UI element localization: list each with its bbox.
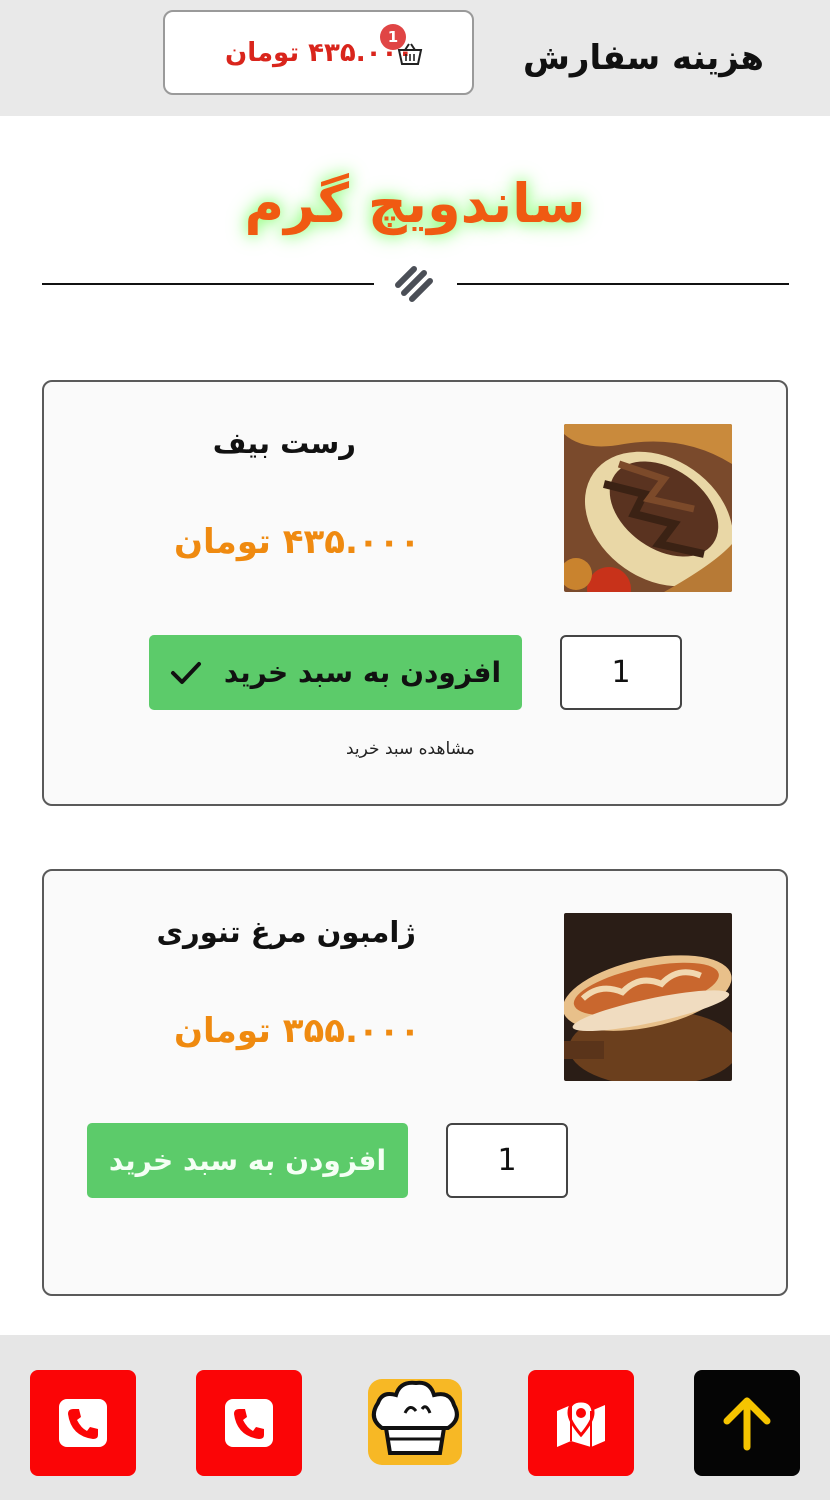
product-image-chicken-ham[interactable] (564, 913, 732, 1081)
add-to-cart-label: افزودن به سبد خرید (223, 656, 502, 689)
quantity-input[interactable] (446, 1123, 568, 1198)
cart-count-badge: 1 (380, 24, 406, 50)
add-to-cart-label: افزودن به سبد خرید (108, 1144, 387, 1177)
product-card: رست بیف ۴۳۵.۰۰۰ تومان افزودن به سبد خرید… (42, 380, 788, 806)
product-image-roast-beef[interactable] (564, 424, 732, 592)
bottom-nav (0, 1335, 830, 1500)
sandwich-icon (395, 266, 433, 302)
phone-icon (59, 1399, 107, 1447)
product-price: ۴۳۵.۰۰۰ تومان (174, 522, 421, 562)
divider-line (42, 283, 374, 285)
call-button-2[interactable] (196, 1370, 302, 1476)
check-icon (170, 661, 201, 684)
product-price: ۳۵۵.۰۰۰ تومان (174, 1011, 421, 1051)
top-bar: هزینه سفارش ۴۳۵.۰۰۰ تومان 1 (0, 0, 830, 116)
chef-hat-logo[interactable] (360, 1373, 470, 1468)
order-cost-label: هزینه سفارش (523, 38, 764, 78)
section-title: ساندویچ گرم (244, 172, 586, 235)
product-name: ژامبون مرغ تنوری (156, 915, 416, 949)
add-to-cart-button[interactable]: افزودن به سبد خرید (149, 635, 522, 710)
view-cart-link[interactable]: مشاهده سبد خرید (346, 739, 475, 759)
quantity-input[interactable] (560, 635, 682, 710)
product-name: رست بیف (212, 426, 356, 460)
add-to-cart-button[interactable]: افزودن به سبد خرید (87, 1123, 408, 1198)
arrow-up-icon (723, 1397, 771, 1451)
call-button-1[interactable] (30, 1370, 136, 1476)
product-card: ژامبون مرغ تنوری ۳۵۵.۰۰۰ تومان افزودن به… (42, 869, 788, 1296)
scroll-top-button[interactable] (694, 1370, 800, 1476)
cart-summary-button[interactable]: ۴۳۵.۰۰۰ تومان 1 (163, 10, 474, 95)
map-pin-icon (557, 1399, 605, 1447)
map-button[interactable] (528, 1370, 634, 1476)
divider-line (457, 283, 789, 285)
phone-icon (225, 1399, 273, 1447)
